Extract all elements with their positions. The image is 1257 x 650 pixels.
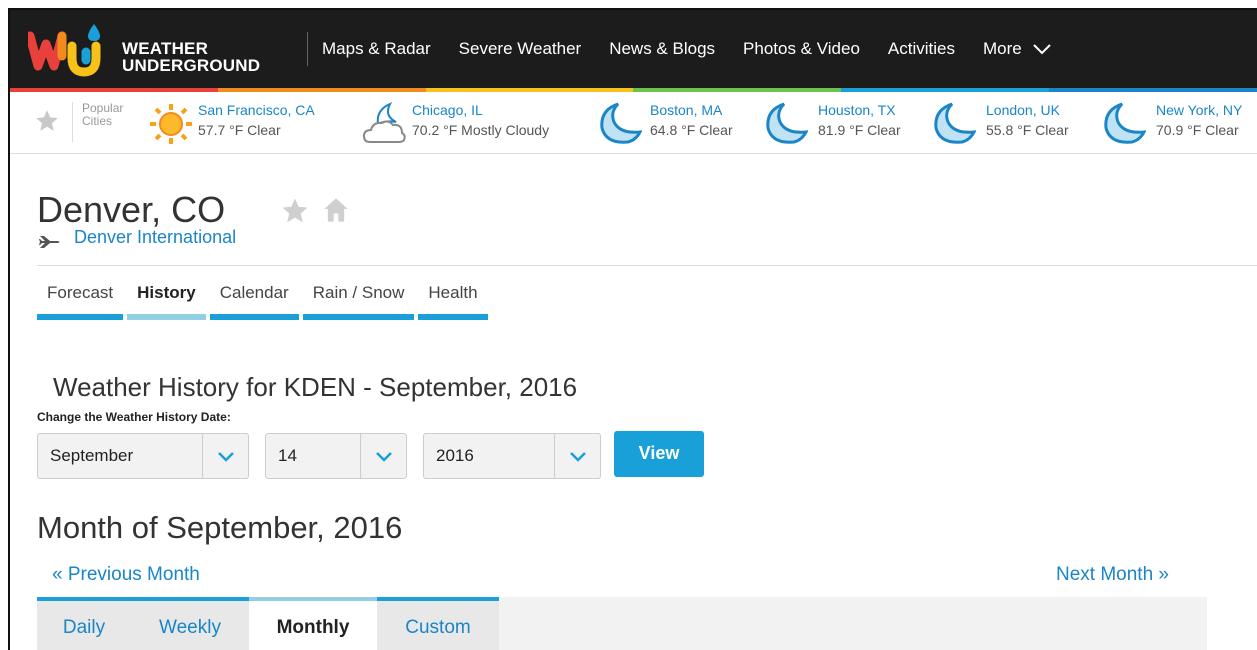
city-name: London, UK	[986, 102, 1060, 118]
main-tabs: Forecast History Calendar Rain / Snow He…	[37, 282, 492, 320]
nav-activities[interactable]: Activities	[888, 39, 955, 59]
nav-severe-weather[interactable]: Severe Weather	[459, 39, 582, 59]
day-select[interactable]: 14	[265, 433, 407, 479]
tab-daily[interactable]: Daily	[37, 597, 131, 650]
city-weather: 57.7 °F Clear	[198, 122, 281, 138]
city-weather: 70.9 °F Clear	[1156, 122, 1239, 138]
chevron-down-icon	[202, 434, 248, 478]
tab-custom[interactable]: Custom	[377, 597, 499, 650]
city-new-york[interactable]: New York, NY 70.9 °F Clear	[1100, 102, 1256, 146]
logo-text: WEATHER UNDERGROUND	[122, 39, 261, 75]
change-date-label: Change the Weather History Date:	[37, 410, 231, 424]
moon-icon	[1104, 102, 1146, 144]
city-houston[interactable]: Houston, TX 81.9 °F Clear	[762, 102, 922, 146]
airplane-icon	[39, 236, 60, 248]
tab-forecast[interactable]: Forecast	[37, 282, 124, 320]
nav-more[interactable]: More	[983, 39, 1052, 59]
nav-news-blogs[interactable]: News & Blogs	[609, 39, 715, 59]
favorite-star-icon[interactable]	[280, 196, 310, 226]
tab-rain-snow[interactable]: Rain / Snow	[302, 282, 415, 320]
tab-weekly[interactable]: Weekly	[131, 597, 249, 650]
nav-more-label: More	[983, 39, 1022, 58]
nav-menu: Maps & Radar Severe Weather News & Blogs…	[322, 10, 1080, 88]
year-select-value: 2016	[436, 446, 474, 465]
nav-photos-video[interactable]: Photos & Video	[743, 39, 860, 59]
page: WEATHER UNDERGROUND Maps & Radar Severe …	[8, 8, 1257, 650]
next-month-link[interactable]: Next Month »	[1056, 564, 1169, 586]
nav-maps-radar[interactable]: Maps & Radar	[322, 39, 431, 59]
header-divider	[37, 265, 1257, 266]
top-nav: WEATHER UNDERGROUND Maps & Radar Severe …	[10, 10, 1257, 88]
moon-icon	[600, 102, 642, 144]
tab-history[interactable]: History	[127, 282, 206, 320]
city-chicago[interactable]: Chicago, IL 70.2 °F Mostly Cloudy	[362, 102, 582, 146]
tab-monthly[interactable]: Monthly	[249, 597, 377, 650]
moon-icon	[766, 102, 808, 144]
wu-logo-icon	[28, 24, 101, 77]
year-select[interactable]: 2016	[423, 433, 601, 479]
month-title: Month of September, 2016	[37, 510, 403, 545]
location-title: Denver, CO	[37, 189, 226, 230]
tab-calendar[interactable]: Calendar	[209, 282, 299, 320]
month-select[interactable]: September	[37, 433, 249, 479]
popular-cities-label: Popular Cities	[82, 101, 124, 128]
city-san-francisco[interactable]: San Francisco, CA 57.7 °F Clear	[148, 102, 348, 146]
chevron-down-icon	[554, 434, 600, 478]
chevron-down-icon	[1033, 44, 1051, 55]
station-link[interactable]: Denver International	[74, 227, 236, 248]
period-tabs: Daily Weekly Monthly Custom	[37, 597, 1207, 650]
chevron-down-icon	[360, 434, 406, 478]
city-weather: 81.9 °F Clear	[818, 122, 901, 138]
logo[interactable]: WEATHER UNDERGROUND	[28, 20, 318, 80]
partly-cloudy-night-icon	[362, 102, 406, 143]
city-weather: 70.2 °F Mostly Cloudy	[412, 122, 550, 138]
city-name: New York, NY	[1156, 102, 1243, 118]
day-select-value: 14	[278, 446, 297, 465]
city-london[interactable]: London, UK 55.8 °F Clear	[930, 102, 1090, 146]
popular-divider	[72, 102, 73, 142]
history-title: Weather History for KDEN - September, 20…	[53, 372, 578, 402]
city-name: Chicago, IL	[412, 102, 483, 118]
city-weather: 55.8 °F Clear	[986, 122, 1069, 138]
popular-cities-bar: Popular Cities San Francisco, CA 57.7 °F…	[10, 92, 1257, 154]
city-weather: 64.8 °F Clear	[650, 122, 733, 138]
view-button[interactable]: View	[614, 431, 704, 477]
sun-icon	[150, 104, 192, 144]
tab-health[interactable]: Health	[418, 282, 488, 320]
home-icon[interactable]	[322, 196, 350, 224]
city-name: Houston, TX	[818, 102, 896, 118]
month-select-value: September	[50, 446, 134, 465]
city-boston[interactable]: Boston, MA 64.8 °F Clear	[596, 102, 756, 146]
moon-icon	[934, 102, 976, 144]
city-name: Boston, MA	[650, 102, 723, 118]
nav-divider	[307, 32, 308, 66]
previous-month-link[interactable]: « Previous Month	[52, 564, 200, 586]
city-name: San Francisco, CA	[198, 102, 315, 118]
star-icon[interactable]	[34, 108, 60, 134]
